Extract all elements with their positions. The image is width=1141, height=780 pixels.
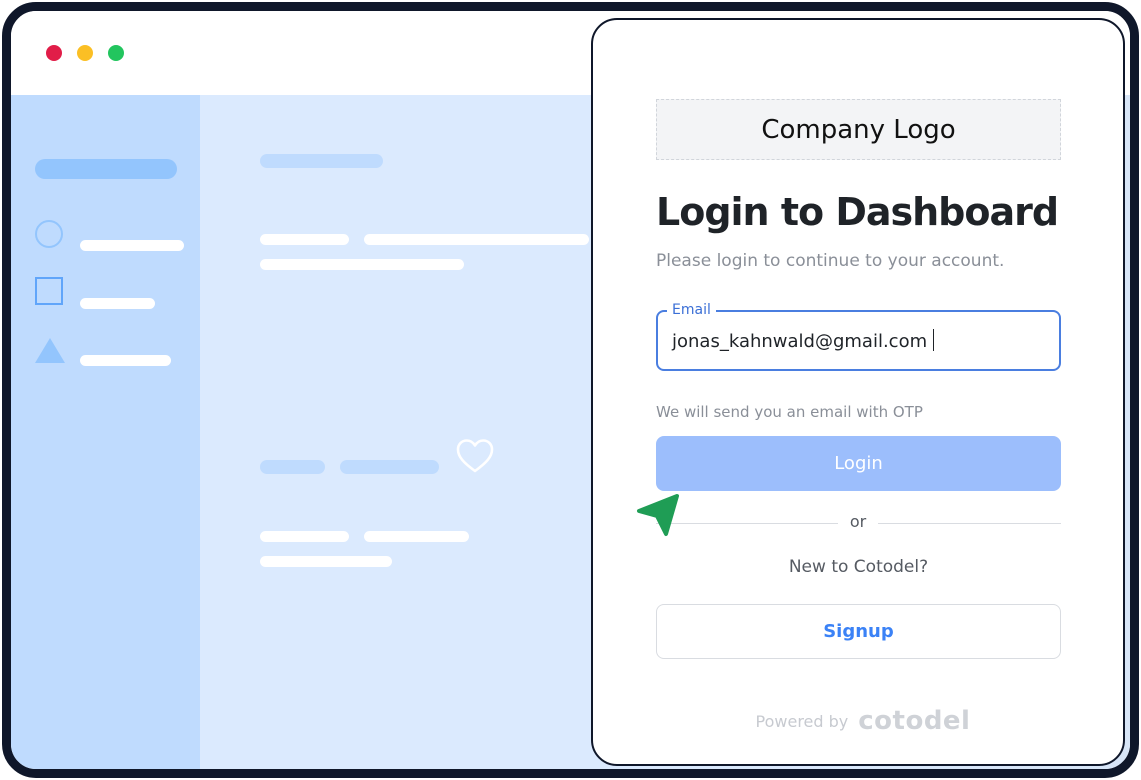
- email-text: jonas_kahnwald@gmail.com: [672, 331, 928, 352]
- triangle-icon: [35, 338, 65, 363]
- email-helper-text: We will send you an email with OTP: [656, 403, 923, 421]
- heart-icon: [456, 439, 494, 473]
- content-text-placeholder: [260, 531, 349, 542]
- page-title: Login to Dashboard: [656, 190, 1059, 234]
- login-button[interactable]: Login: [656, 436, 1061, 491]
- content-text-placeholder: [364, 531, 469, 542]
- close-window-button[interactable]: [46, 45, 62, 61]
- company-logo: Company Logo: [656, 99, 1061, 160]
- signup-button[interactable]: Signup: [656, 604, 1061, 659]
- email-input-value[interactable]: jonas_kahnwald@gmail.com: [672, 329, 935, 352]
- minimize-window-button[interactable]: [77, 45, 93, 61]
- divider-line-right: [878, 523, 1061, 524]
- divider-line-left: [656, 523, 838, 524]
- content-text-placeholder: [260, 234, 349, 245]
- content-tag-placeholder: [260, 460, 325, 474]
- square-icon: [35, 277, 63, 305]
- email-field[interactable]: Email jonas_kahnwald@gmail.com: [656, 302, 1061, 371]
- divider-or-text: or: [849, 512, 867, 531]
- cursor-pointer-icon: [637, 494, 679, 536]
- maximize-window-button[interactable]: [108, 45, 124, 61]
- sidebar-item-placeholder: [80, 240, 184, 251]
- text-caret: [933, 329, 935, 351]
- content-text-placeholder: [364, 234, 589, 245]
- page-subtitle: Please login to continue to your account…: [656, 251, 1005, 271]
- content-heading-placeholder: [260, 154, 383, 168]
- sidebar-item-placeholder: [80, 298, 155, 309]
- sidebar-header-placeholder: [35, 159, 177, 179]
- powered-by-label: Powered by: [755, 711, 849, 731]
- background-sidebar: [11, 95, 200, 769]
- content-text-placeholder: [260, 259, 464, 270]
- content-tag-placeholder: [340, 460, 439, 474]
- login-card: Company Logo Login to Dashboard Please l…: [591, 18, 1125, 766]
- cotodel-logo: cotodel: [858, 706, 971, 736]
- content-text-placeholder: [260, 556, 392, 567]
- email-field-label: Email: [667, 302, 716, 318]
- browser-window: Company Logo Login to Dashboard Please l…: [2, 2, 1139, 778]
- new-user-prompt: New to Cotodel?: [788, 557, 929, 577]
- sidebar-item-placeholder: [80, 355, 171, 366]
- circle-icon: [35, 220, 63, 248]
- powered-by-footer: Powered by cotodel: [743, 706, 983, 736]
